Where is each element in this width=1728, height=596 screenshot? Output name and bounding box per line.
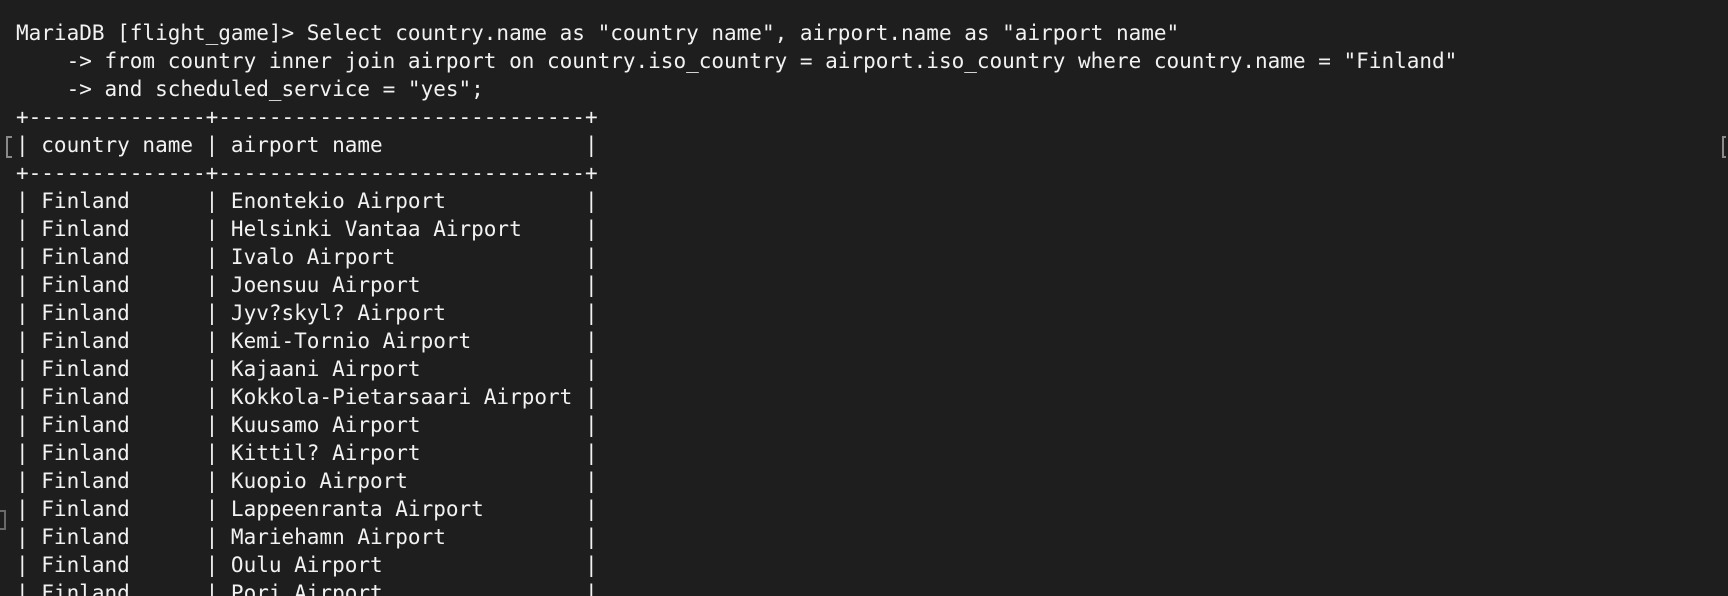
terminal-window[interactable]: MariaDB [flight_game]> Select country.na… bbox=[0, 0, 1728, 596]
table-row: | Finland | Helsinki Vantaa Airport | bbox=[16, 217, 598, 241]
sql-prompt-line: MariaDB [flight_game]> Select country.na… bbox=[16, 21, 1180, 45]
table-row: | Finland | Mariehamn Airport | bbox=[16, 525, 598, 549]
table-row: | Finland | Kemi-Tornio Airport | bbox=[16, 329, 598, 353]
sql-continuation-line: -> and scheduled_service = "yes"; bbox=[16, 77, 484, 101]
table-row: | Finland | Kittil? Airport | bbox=[16, 441, 598, 465]
table-row: | Finland | Kuopio Airport | bbox=[16, 469, 598, 493]
table-header-row: | country name | airport name | bbox=[16, 133, 598, 157]
table-row: | Finland | Jyv?skyl? Airport | bbox=[16, 301, 598, 325]
scroll-mark-icon bbox=[0, 510, 6, 530]
table-row: | Finland | Kokkola-Pietarsaari Airport … bbox=[16, 385, 598, 409]
table-border-top: +--------------+------------------------… bbox=[16, 105, 598, 129]
table-border-mid: +--------------+------------------------… bbox=[16, 161, 598, 185]
table-row: | Finland | Oulu Airport | bbox=[16, 553, 598, 577]
terminal-output: MariaDB [flight_game]> Select country.na… bbox=[16, 19, 1457, 596]
table-row: | Finland | Ivalo Airport | bbox=[16, 245, 598, 269]
table-row: | Finland | Enontekio Airport | bbox=[16, 189, 598, 213]
table-row: | Finland | Kuusamo Airport | bbox=[16, 413, 598, 437]
sql-continuation-line: -> from country inner join airport on co… bbox=[16, 49, 1458, 73]
table-row: | Finland | Kajaani Airport | bbox=[16, 357, 598, 381]
selection-bracket-icon bbox=[6, 136, 12, 158]
table-row: | Finland | Lappeenranta Airport | bbox=[16, 497, 598, 521]
table-row: | Finland | Joensuu Airport | bbox=[16, 273, 598, 297]
table-row: | Finland | Pori Airport | bbox=[16, 581, 598, 596]
selection-bracket-icon bbox=[1722, 136, 1726, 158]
